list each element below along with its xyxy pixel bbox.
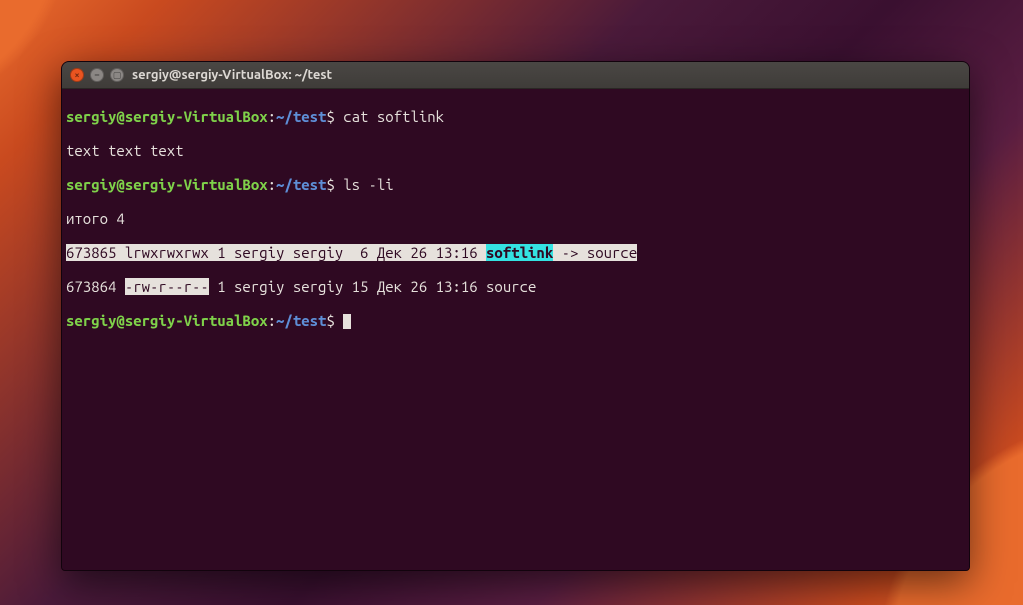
- command-text: cat softlink: [335, 108, 444, 125]
- prompt-at: @: [116, 176, 124, 193]
- terminal-body[interactable]: sergiy@sergiy-VirtualBox:~/test$ cat sof…: [62, 89, 969, 571]
- prompt-path: ~/test: [276, 108, 326, 125]
- terminal-output: 673865 lrwxrwxrwx 1 sergiy sergiy 6 Дек …: [66, 244, 965, 261]
- command-text: ls -li: [335, 176, 394, 193]
- close-icon[interactable]: ×: [70, 68, 84, 82]
- terminal-output: 673864 -rw-r--r-- 1 sergiy sergiy 15 Дек…: [66, 278, 965, 295]
- symlink-name: softlink: [486, 244, 553, 261]
- prompt-host: sergiy-VirtualBox: [125, 312, 268, 329]
- terminal-output: text text text: [66, 142, 965, 159]
- prompt-colon: :: [268, 108, 276, 125]
- prompt-path: ~/test: [276, 176, 326, 193]
- prompt-user: sergiy: [66, 312, 116, 329]
- selected-text: -rw-r--r--: [125, 278, 209, 295]
- prompt-at: @: [116, 108, 124, 125]
- output-text: 1 sergiy sergiy 15 Дек 26 13:16 source: [209, 278, 537, 295]
- selected-text: -> source: [553, 244, 637, 261]
- prompt-dollar: $: [326, 108, 334, 125]
- prompt-colon: :: [268, 312, 276, 329]
- terminal-line: sergiy@sergiy-VirtualBox:~/test$ ls -li: [66, 176, 965, 193]
- prompt-path: ~/test: [276, 312, 326, 329]
- prompt-user: sergiy: [66, 176, 116, 193]
- prompt-colon: :: [268, 176, 276, 193]
- prompt-user: sergiy: [66, 108, 116, 125]
- terminal-line: sergiy@sergiy-VirtualBox:~/test$ cat sof…: [66, 108, 965, 125]
- terminal-output: итого 4: [66, 210, 965, 227]
- prompt-dollar: $: [326, 176, 334, 193]
- prompt-host: sergiy-VirtualBox: [125, 108, 268, 125]
- cursor-icon: [343, 314, 351, 329]
- window-title: sergiy@sergiy-VirtualBox: ~/test: [132, 68, 332, 82]
- prompt-host: sergiy-VirtualBox: [125, 176, 268, 193]
- prompt-dollar: $: [326, 312, 334, 329]
- terminal-line: sergiy@sergiy-VirtualBox:~/test$: [66, 312, 965, 329]
- maximize-icon[interactable]: ▢: [110, 68, 124, 82]
- window-buttons: × – ▢: [70, 68, 124, 82]
- window-titlebar[interactable]: × – ▢ sergiy@sergiy-VirtualBox: ~/test: [62, 62, 969, 89]
- selected-text: 673865 lrwxrwxrwx 1 sergiy sergiy 6 Дек …: [66, 244, 486, 261]
- prompt-at: @: [116, 312, 124, 329]
- minimize-icon[interactable]: –: [90, 68, 104, 82]
- terminal-window: × – ▢ sergiy@sergiy-VirtualBox: ~/test s…: [61, 61, 970, 571]
- output-text: 673864: [66, 278, 125, 295]
